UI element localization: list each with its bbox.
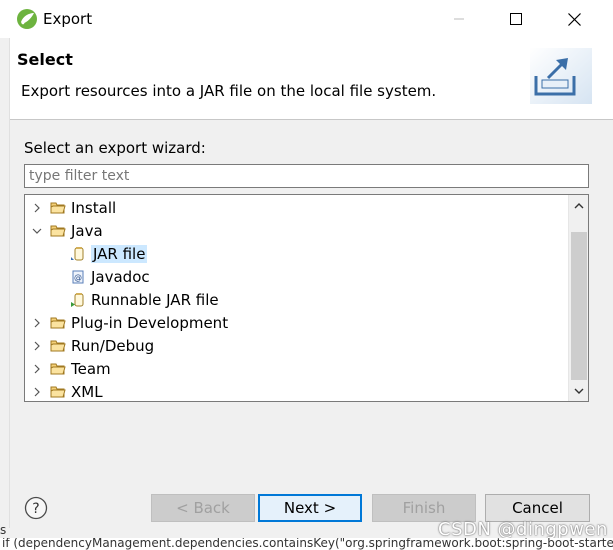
tree-item-xml[interactable]: XML (31, 380, 103, 401)
csdn-watermark: CSDN @dingpwen (438, 519, 608, 540)
tree-item-java[interactable]: Java (31, 219, 103, 242)
background-code-line: if (dependencyManagement.dependencies.co… (0, 538, 613, 550)
tree-item-jar-file[interactable]: JAR file (69, 242, 148, 265)
close-button[interactable] (545, 0, 603, 38)
export-banner-icon (530, 48, 592, 104)
folder-icon (49, 338, 67, 354)
tree-item-label: Javadoc (91, 267, 150, 286)
finish-button[interactable]: Finish (372, 494, 476, 522)
filter-input[interactable] (24, 164, 589, 188)
window-title: Export (43, 10, 93, 28)
help-icon: ? (32, 501, 39, 517)
tree-item-label: Plug-in Development (71, 313, 229, 332)
eclipse-app-icon (17, 9, 37, 29)
folder-icon (49, 361, 67, 377)
tree-scrollbar[interactable] (568, 195, 588, 401)
scroll-up-button[interactable] (569, 195, 588, 215)
tree-item-label: Team (71, 359, 111, 378)
chevron-right-icon[interactable] (31, 363, 43, 375)
maximize-button[interactable] (487, 0, 545, 38)
help-button[interactable]: ? (24, 496, 48, 520)
chevron-right-icon[interactable] (31, 202, 43, 214)
folder-icon (49, 384, 67, 400)
tree-item-install[interactable]: Install (31, 196, 116, 219)
title-bar: Export (0, 0, 613, 38)
tree-item-label: JAR file (91, 244, 148, 263)
runnable-jar-icon (69, 292, 87, 308)
tree-item-label: Run/Debug (71, 336, 155, 355)
tree-item-label: Java (71, 221, 103, 240)
minimize-button[interactable] (430, 0, 488, 38)
page-description: Export resources into a JAR file on the … (21, 82, 437, 100)
dialog-left-border (0, 38, 10, 528)
export-dialog: Export Select Export resources into a JA… (0, 0, 613, 550)
wizard-header: Select Export resources into a JAR file … (10, 38, 613, 120)
tree-item-plugin-development[interactable]: Plug-in Development (31, 311, 228, 334)
page-title: Select (17, 50, 73, 69)
maximize-icon (510, 13, 522, 25)
folder-icon (49, 200, 67, 216)
svg-text:@: @ (74, 273, 82, 282)
minimize-icon (454, 18, 464, 20)
chevron-up-icon (574, 202, 583, 208)
tree-item-runnable-jar[interactable]: Runnable JAR file (69, 288, 219, 311)
background-code-text: if (dependencyManagement.dependencies.co… (2, 538, 613, 550)
tree-item-label: Runnable JAR file (91, 290, 219, 309)
scroll-thumb[interactable] (571, 232, 587, 380)
background-editor-fragment: s (0, 523, 7, 537)
chevron-right-icon[interactable] (31, 340, 43, 352)
scroll-down-button[interactable] (569, 381, 588, 401)
tree-item-label: XML (71, 382, 103, 401)
tree-item-team[interactable]: Team (31, 357, 111, 380)
jar-file-icon (69, 246, 87, 262)
chevron-down-icon[interactable] (31, 225, 43, 237)
next-button[interactable]: Next > (258, 494, 362, 522)
javadoc-icon: @ (69, 269, 87, 285)
chevron-down-icon (574, 388, 583, 394)
folder-open-icon (49, 223, 67, 239)
folder-icon (49, 315, 67, 331)
chevron-right-icon[interactable] (31, 317, 43, 329)
chevron-right-icon[interactable] (31, 386, 43, 398)
close-icon (567, 12, 581, 26)
wizard-tree[interactable]: Install Java JAR file @ Javadoc Runnable… (24, 194, 589, 402)
tree-item-javadoc[interactable]: @ Javadoc (69, 265, 150, 288)
cancel-button[interactable]: Cancel (485, 494, 590, 522)
tree-item-label: Install (71, 198, 117, 217)
export-wizard-label: Select an export wizard: (24, 139, 206, 157)
tree-item-run-debug[interactable]: Run/Debug (31, 334, 154, 357)
back-button[interactable]: < Back (151, 494, 255, 522)
